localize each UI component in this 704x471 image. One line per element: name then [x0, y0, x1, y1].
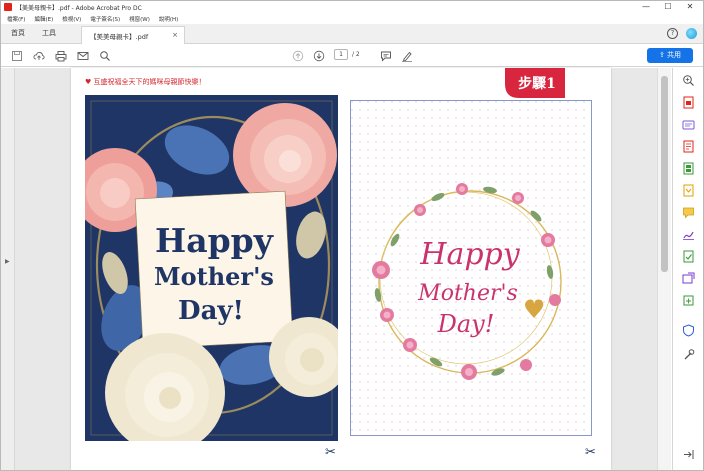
close-tab-icon[interactable]: × — [172, 31, 178, 39]
step-badge-label: 步驟1 — [518, 75, 556, 92]
page-number-input[interactable]: 1 — [334, 49, 348, 60]
left-panel-toggle[interactable]: ▶ — [1, 68, 15, 470]
page-navigator: 1 / 2 — [334, 49, 360, 60]
expand-left-panel-icon[interactable]: ▶ — [5, 258, 10, 265]
card-left-mothers: Mother's — [154, 262, 274, 291]
export-pdf-icon[interactable] — [682, 96, 695, 109]
shield-icon[interactable] — [682, 324, 695, 337]
card-right-happy: Happy — [419, 237, 520, 272]
create-pdf-icon[interactable] — [682, 118, 695, 131]
share-icon: ⇪ — [658, 51, 668, 59]
card-right-floral: Happy Mother's Day! — [350, 100, 592, 436]
scrollbar-thumb[interactable] — [661, 76, 668, 272]
window-title: 【美美母親卡】.pdf - Adobe Acrobat Pro DC — [16, 4, 142, 12]
acrobat-app-icon — [4, 3, 12, 11]
sign-icon[interactable] — [401, 50, 413, 62]
upload-icon[interactable] — [33, 50, 45, 62]
document-viewer[interactable]: ▶ ♥ 互盛祝福全天下的媽咪母親節快樂！ Happy Mother's Day!… — [1, 68, 671, 470]
tools-icon[interactable] — [682, 348, 695, 361]
acrobat-window: 【美美母親卡】.pdf - Adobe Acrobat Pro DC — ☐ ✕… — [0, 0, 704, 471]
organize-pages-icon[interactable] — [682, 162, 695, 175]
share-label: 共用 — [667, 51, 682, 59]
right-tools-panel — [672, 68, 703, 470]
menu-bar: 檔案(F) 編輯(E) 檢視(V) 電子簽名(S) 視窗(W) 說明(H) — [1, 13, 703, 24]
title-bar: 【美美母親卡】.pdf - Adobe Acrobat Pro DC — ☐ ✕ — [1, 1, 703, 13]
send-track-icon[interactable] — [682, 272, 695, 285]
print-icon[interactable] — [55, 50, 67, 62]
share-button[interactable]: ⇪ 共用 — [647, 48, 693, 63]
window-controls: — ☐ ✕ — [635, 1, 701, 13]
tab-bar: 首頁 工具 【美美母親卡】.pdf × ? — [1, 24, 703, 44]
scissors-icon-left: ✂ — [325, 445, 336, 460]
email-icon[interactable] — [77, 50, 89, 62]
menu-edit[interactable]: 編輯(E) — [34, 15, 53, 23]
menu-help[interactable]: 說明(H) — [159, 15, 178, 23]
tab-home[interactable]: 首頁 — [11, 28, 25, 38]
card-right-day: Day! — [437, 310, 495, 338]
zoom-icon[interactable] — [682, 74, 695, 87]
search-icon[interactable] — [99, 50, 111, 62]
comment-icon[interactable] — [380, 50, 392, 62]
protect-icon[interactable] — [682, 250, 695, 263]
greeting-text: ♥ 互盛祝福全天下的媽咪母親節快樂！ — [85, 78, 206, 86]
card-left-day: Day! — [178, 296, 244, 326]
expand-icon[interactable] — [682, 448, 695, 461]
minimize-button[interactable]: — — [635, 1, 657, 13]
prev-page-icon[interactable] — [292, 50, 304, 62]
close-window-button[interactable]: ✕ — [679, 1, 701, 13]
save-icon[interactable] — [11, 50, 23, 62]
menu-file[interactable]: 檔案(F) — [7, 15, 25, 23]
card-right-mothers: Mother's — [417, 281, 518, 306]
tab-tools[interactable]: 工具 — [42, 28, 56, 38]
combine-files-icon[interactable] — [682, 184, 695, 197]
card-left-happy: Happy — [155, 221, 274, 260]
card-left-navy: Happy Mother's Day! — [85, 95, 338, 441]
document-tab-label: 【美美母親卡】.pdf — [90, 33, 149, 41]
comment-tool-icon[interactable] — [682, 206, 695, 219]
maximize-button[interactable]: ☐ — [657, 1, 679, 13]
edit-pdf-icon[interactable] — [682, 140, 695, 153]
scissors-icon-right: ✂ — [585, 445, 596, 460]
vertical-scrollbar[interactable] — [657, 68, 671, 470]
main-toolbar: 1 / 2 ⇪ 共用 — [1, 45, 703, 67]
menu-view[interactable]: 檢視(V) — [62, 15, 81, 23]
stamp-icon[interactable] — [682, 294, 695, 307]
tab-document[interactable]: 【美美母親卡】.pdf × — [81, 26, 185, 44]
help-icon[interactable]: ? — [667, 28, 678, 39]
tab-bar-right: ? — [667, 28, 697, 39]
page-total: / 2 — [352, 51, 360, 58]
step-badge: 步驟1 — [505, 68, 565, 98]
pdf-page: ♥ 互盛祝福全天下的媽咪母親節快樂！ Happy Mother's Day! H… — [71, 68, 611, 470]
fill-sign-icon[interactable] — [682, 228, 695, 241]
menu-window[interactable]: 視窗(W) — [129, 15, 150, 23]
menu-esign[interactable]: 電子簽名(S) — [90, 15, 120, 23]
profile-icon[interactable] — [686, 28, 697, 39]
next-page-icon[interactable] — [313, 50, 325, 62]
